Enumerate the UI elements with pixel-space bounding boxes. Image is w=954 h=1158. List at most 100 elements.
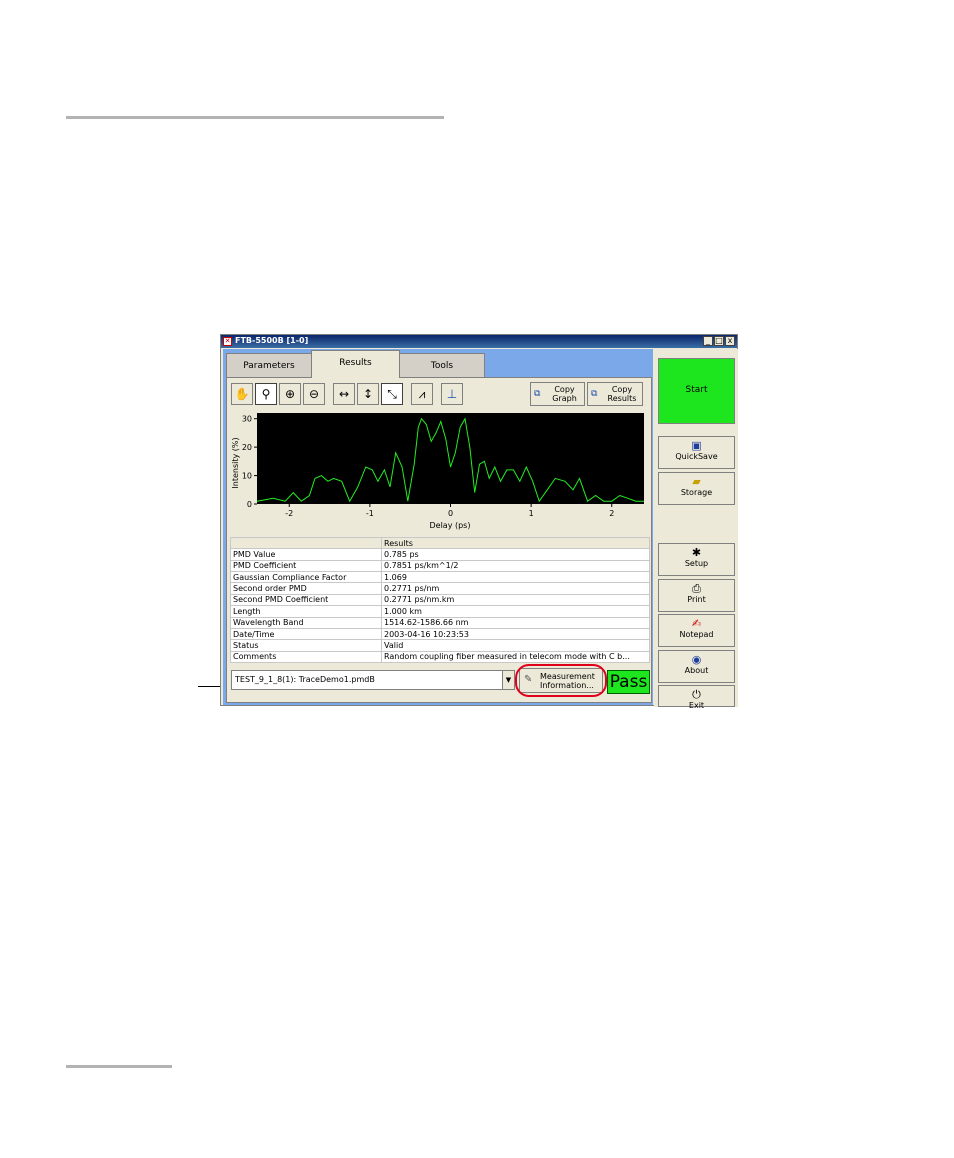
about-label: About bbox=[684, 666, 709, 675]
print-label: Print bbox=[687, 595, 706, 604]
result-value-cell: 2003-04-16 10:23:53 bbox=[381, 627, 650, 641]
result-value-cell: Random coupling fiber measured in teleco… bbox=[381, 650, 650, 664]
y-tick-label: 20 bbox=[242, 443, 252, 452]
table-row: Status Valid bbox=[230, 639, 650, 652]
power-icon: ⏻ bbox=[692, 688, 701, 701]
result-name-cell: PMD Value bbox=[230, 548, 382, 561]
copy-icon: ⧉ bbox=[534, 389, 541, 399]
tab-tools[interactable]: Tools bbox=[399, 353, 485, 377]
y-tick-label: 30 bbox=[242, 415, 252, 424]
start-button[interactable]: Start bbox=[658, 358, 735, 424]
results-header-cell: Results bbox=[381, 536, 650, 550]
notepad-button[interactable]: ✍ Notepad bbox=[658, 614, 735, 647]
zoom-in-icon[interactable]: ⊕ bbox=[279, 383, 301, 405]
quicksave-label: QuickSave bbox=[675, 452, 718, 461]
tab-results[interactable]: Results bbox=[311, 350, 400, 378]
y-tick-label: 10 bbox=[242, 472, 252, 481]
exit-label: Exit bbox=[688, 701, 705, 710]
main-panel: Parameters Results Tools ✋ ⚲ ⊕ ⊖ ↔ ↕ ⤡ ⩘… bbox=[223, 349, 653, 705]
result-value-cell: 0.2771 ps/nm bbox=[381, 582, 650, 595]
trace-file-value: TEST_9_1_8(1): TraceDemo1.pmdB bbox=[235, 675, 375, 684]
result-value-cell: Valid bbox=[381, 639, 650, 652]
tab-parameters[interactable]: Parameters bbox=[226, 353, 312, 377]
copy-results-label: Copy Results bbox=[607, 385, 637, 403]
copy-icon: ⧉ bbox=[591, 389, 598, 399]
result-value-cell: 0.2771 ps/nm.km bbox=[381, 593, 650, 607]
maximize-button[interactable]: □ bbox=[714, 336, 724, 346]
notepad-icon: ✍ bbox=[691, 617, 702, 630]
header-rule bbox=[66, 116, 444, 119]
close-button[interactable]: x bbox=[725, 336, 735, 346]
x-tick-label: -1 bbox=[366, 509, 374, 518]
callout-line bbox=[198, 686, 220, 687]
footer-rule bbox=[66, 1065, 172, 1068]
zoom-peak-icon[interactable]: ⩘ bbox=[411, 383, 433, 405]
window-title: FTB-5500B [1-0] bbox=[235, 336, 309, 345]
folder-icon: ▰ bbox=[692, 475, 701, 488]
results-content: ✋ ⚲ ⊕ ⊖ ↔ ↕ ⤡ ⩘ ⊥ ⧉ Copy Graph ⧉ Copy Re… bbox=[226, 377, 652, 703]
result-name-cell: PMD Coefficient bbox=[230, 559, 382, 573]
app-window: ✕ FTB-5500B [1-0] _ □ x Parameters Resul… bbox=[220, 334, 738, 710]
zoom-out-icon[interactable]: ⊖ bbox=[303, 383, 325, 405]
result-name-cell: Second PMD Coefficient bbox=[230, 593, 382, 607]
copy-graph-label: Copy Graph bbox=[552, 385, 577, 403]
table-row: Wavelength Band 1514.62-1586.66 nm bbox=[230, 616, 650, 629]
table-row: Comments Random coupling fiber measured i… bbox=[230, 650, 650, 664]
results-table: Results PMD Value 0.785 ps PMD Coefficient 0… bbox=[230, 536, 650, 664]
result-name-cell: Gaussian Compliance Factor bbox=[230, 571, 382, 584]
table-row: Date/Time 2003-04-16 10:23:53 bbox=[230, 627, 650, 641]
results-header-row: Results bbox=[230, 536, 650, 550]
x-tick-label: 1 bbox=[529, 509, 534, 518]
table-row: Length 1.000 km bbox=[230, 605, 650, 618]
storage-label: Storage bbox=[680, 488, 713, 497]
app-icon: ✕ bbox=[223, 337, 232, 346]
trace-file-select[interactable]: TEST_9_1_8(1): TraceDemo1.pmdB ▼ bbox=[231, 670, 515, 690]
highlight-circle bbox=[515, 664, 607, 697]
quicksave-button[interactable]: ▣ QuickSave bbox=[658, 436, 735, 469]
pass-status-badge: Pass bbox=[607, 670, 650, 694]
result-value-cell: 1514.62-1586.66 nm bbox=[381, 616, 650, 629]
tools-icon: ✱ bbox=[691, 546, 702, 559]
copy-graph-button[interactable]: ⧉ Copy Graph bbox=[530, 382, 585, 406]
x-tick-label: 2 bbox=[609, 509, 614, 518]
result-value-cell: 0.785 ps bbox=[381, 548, 650, 561]
result-name-cell: Length bbox=[230, 605, 382, 618]
chevron-down-icon[interactable]: ▼ bbox=[502, 671, 514, 689]
setup-label: Setup bbox=[684, 559, 709, 568]
y-axis-label: Intensity (%) bbox=[231, 437, 240, 488]
result-name-cell: Date/Time bbox=[230, 627, 382, 641]
zoom-vertical-icon[interactable]: ↕ bbox=[357, 383, 379, 405]
copy-results-button[interactable]: ⧉ Copy Results bbox=[587, 382, 643, 406]
minimize-button[interactable]: _ bbox=[703, 336, 713, 346]
setup-button[interactable]: ✱ Setup bbox=[658, 543, 735, 576]
table-row: Gaussian Compliance Factor 1.069 bbox=[230, 571, 650, 584]
zoom-horizontal-icon[interactable]: ↔ bbox=[333, 383, 355, 405]
x-tick-label: 0 bbox=[448, 509, 453, 518]
exit-button[interactable]: ⏻ Exit bbox=[658, 685, 735, 710]
delay-intensity-graph[interactable]: 0 10 20 30 -2 -1 0 1 2 Intensity (%) Delay (ps) bbox=[229, 411, 649, 531]
about-button[interactable]: ◉ About bbox=[658, 650, 735, 683]
table-row: PMD Value 0.785 ps bbox=[230, 548, 650, 561]
result-value-cell: 1.069 bbox=[381, 571, 650, 584]
storage-button[interactable]: ▰ Storage bbox=[658, 472, 735, 505]
marker-icon[interactable]: ⊥ bbox=[441, 383, 463, 405]
result-name-cell: Second order PMD bbox=[230, 582, 382, 595]
printer-icon: ⎙ bbox=[692, 582, 701, 595]
result-value-cell: 1.000 km bbox=[381, 605, 650, 618]
floppy-icon: ▣ bbox=[691, 439, 702, 452]
table-row: PMD Coefficient 0.7851 ps/km^1/2 bbox=[230, 559, 650, 573]
zoom-select-icon[interactable]: ⚲ bbox=[255, 383, 277, 405]
table-row: Second PMD Coefficient 0.2771 ps/nm.km bbox=[230, 593, 650, 607]
table-row: Second order PMD 0.2771 ps/nm bbox=[230, 582, 650, 595]
result-name-cell: Wavelength Band bbox=[230, 616, 382, 629]
hand-icon[interactable]: ✋ bbox=[231, 383, 253, 405]
results-header-cell bbox=[230, 536, 382, 550]
title-bar: ✕ FTB-5500B [1-0] _ □ x bbox=[221, 335, 737, 348]
x-axis-label: Delay (ps) bbox=[430, 521, 471, 530]
result-name-cell: Comments bbox=[230, 650, 382, 664]
notepad-label: Notepad bbox=[679, 630, 714, 639]
plot-area bbox=[257, 413, 644, 504]
print-button[interactable]: ⎙ Print bbox=[658, 579, 735, 612]
zoom-both-icon[interactable]: ⤡ bbox=[381, 383, 403, 405]
result-name-cell: Status bbox=[230, 639, 382, 652]
